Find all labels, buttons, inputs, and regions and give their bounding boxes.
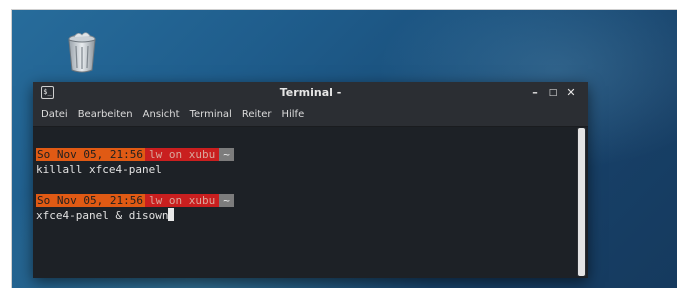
command-input-line[interactable]: xfce4-panel & disown: [36, 208, 234, 223]
prompt-directory: ~: [219, 148, 234, 161]
prompt-user-host: lw on xubu: [144, 194, 220, 207]
prompt-date: So Nov 05, 21:56: [36, 194, 145, 207]
menu-terminal[interactable]: Terminal: [185, 104, 237, 126]
minimize-button[interactable]: –: [526, 82, 544, 104]
window-title: Terminal -: [279, 86, 342, 99]
maximize-button[interactable]: □: [544, 82, 562, 104]
terminal-window[interactable]: $_ Terminal - – □ ✕ Datei Bearbeiten Ans…: [33, 82, 588, 278]
close-button[interactable]: ✕: [562, 82, 580, 104]
scrollbar[interactable]: [577, 128, 586, 276]
menu-bar: Datei Bearbeiten Ansicht Terminal Reiter…: [33, 104, 588, 127]
prompt-line: So Nov 05, 21:56 lw on xubu ~: [36, 193, 234, 208]
menu-datei[interactable]: Datei: [36, 104, 73, 126]
title-bar[interactable]: $_ Terminal - – □ ✕: [33, 82, 588, 104]
prompt-date: So Nov 05, 21:56: [36, 148, 145, 161]
desktop-background: $_ Terminal - – □ ✕ Datei Bearbeiten Ans…: [12, 10, 677, 288]
text-cursor: [168, 208, 175, 221]
menu-ansicht[interactable]: Ansicht: [138, 104, 185, 126]
prompt-user-host: lw on xubu: [144, 148, 220, 161]
trash-icon[interactable]: [62, 30, 102, 74]
menu-hilfe[interactable]: Hilfe: [276, 104, 309, 126]
command-line: killall xfce4-panel: [36, 163, 162, 176]
window-controls: – □ ✕: [526, 82, 580, 104]
menu-bearbeiten[interactable]: Bearbeiten: [73, 104, 138, 126]
scrollbar-thumb[interactable]: [578, 128, 585, 276]
prompt-directory: ~: [219, 194, 234, 207]
terminal-output[interactable]: So Nov 05, 21:56 lw on xubu ~ killall xfce…: [33, 127, 588, 278]
prompt-line: So Nov 05, 21:56 lw on xubu ~: [36, 147, 234, 162]
menu-reiter[interactable]: Reiter: [237, 104, 277, 126]
command-text: xfce4-panel & disown: [36, 209, 169, 222]
